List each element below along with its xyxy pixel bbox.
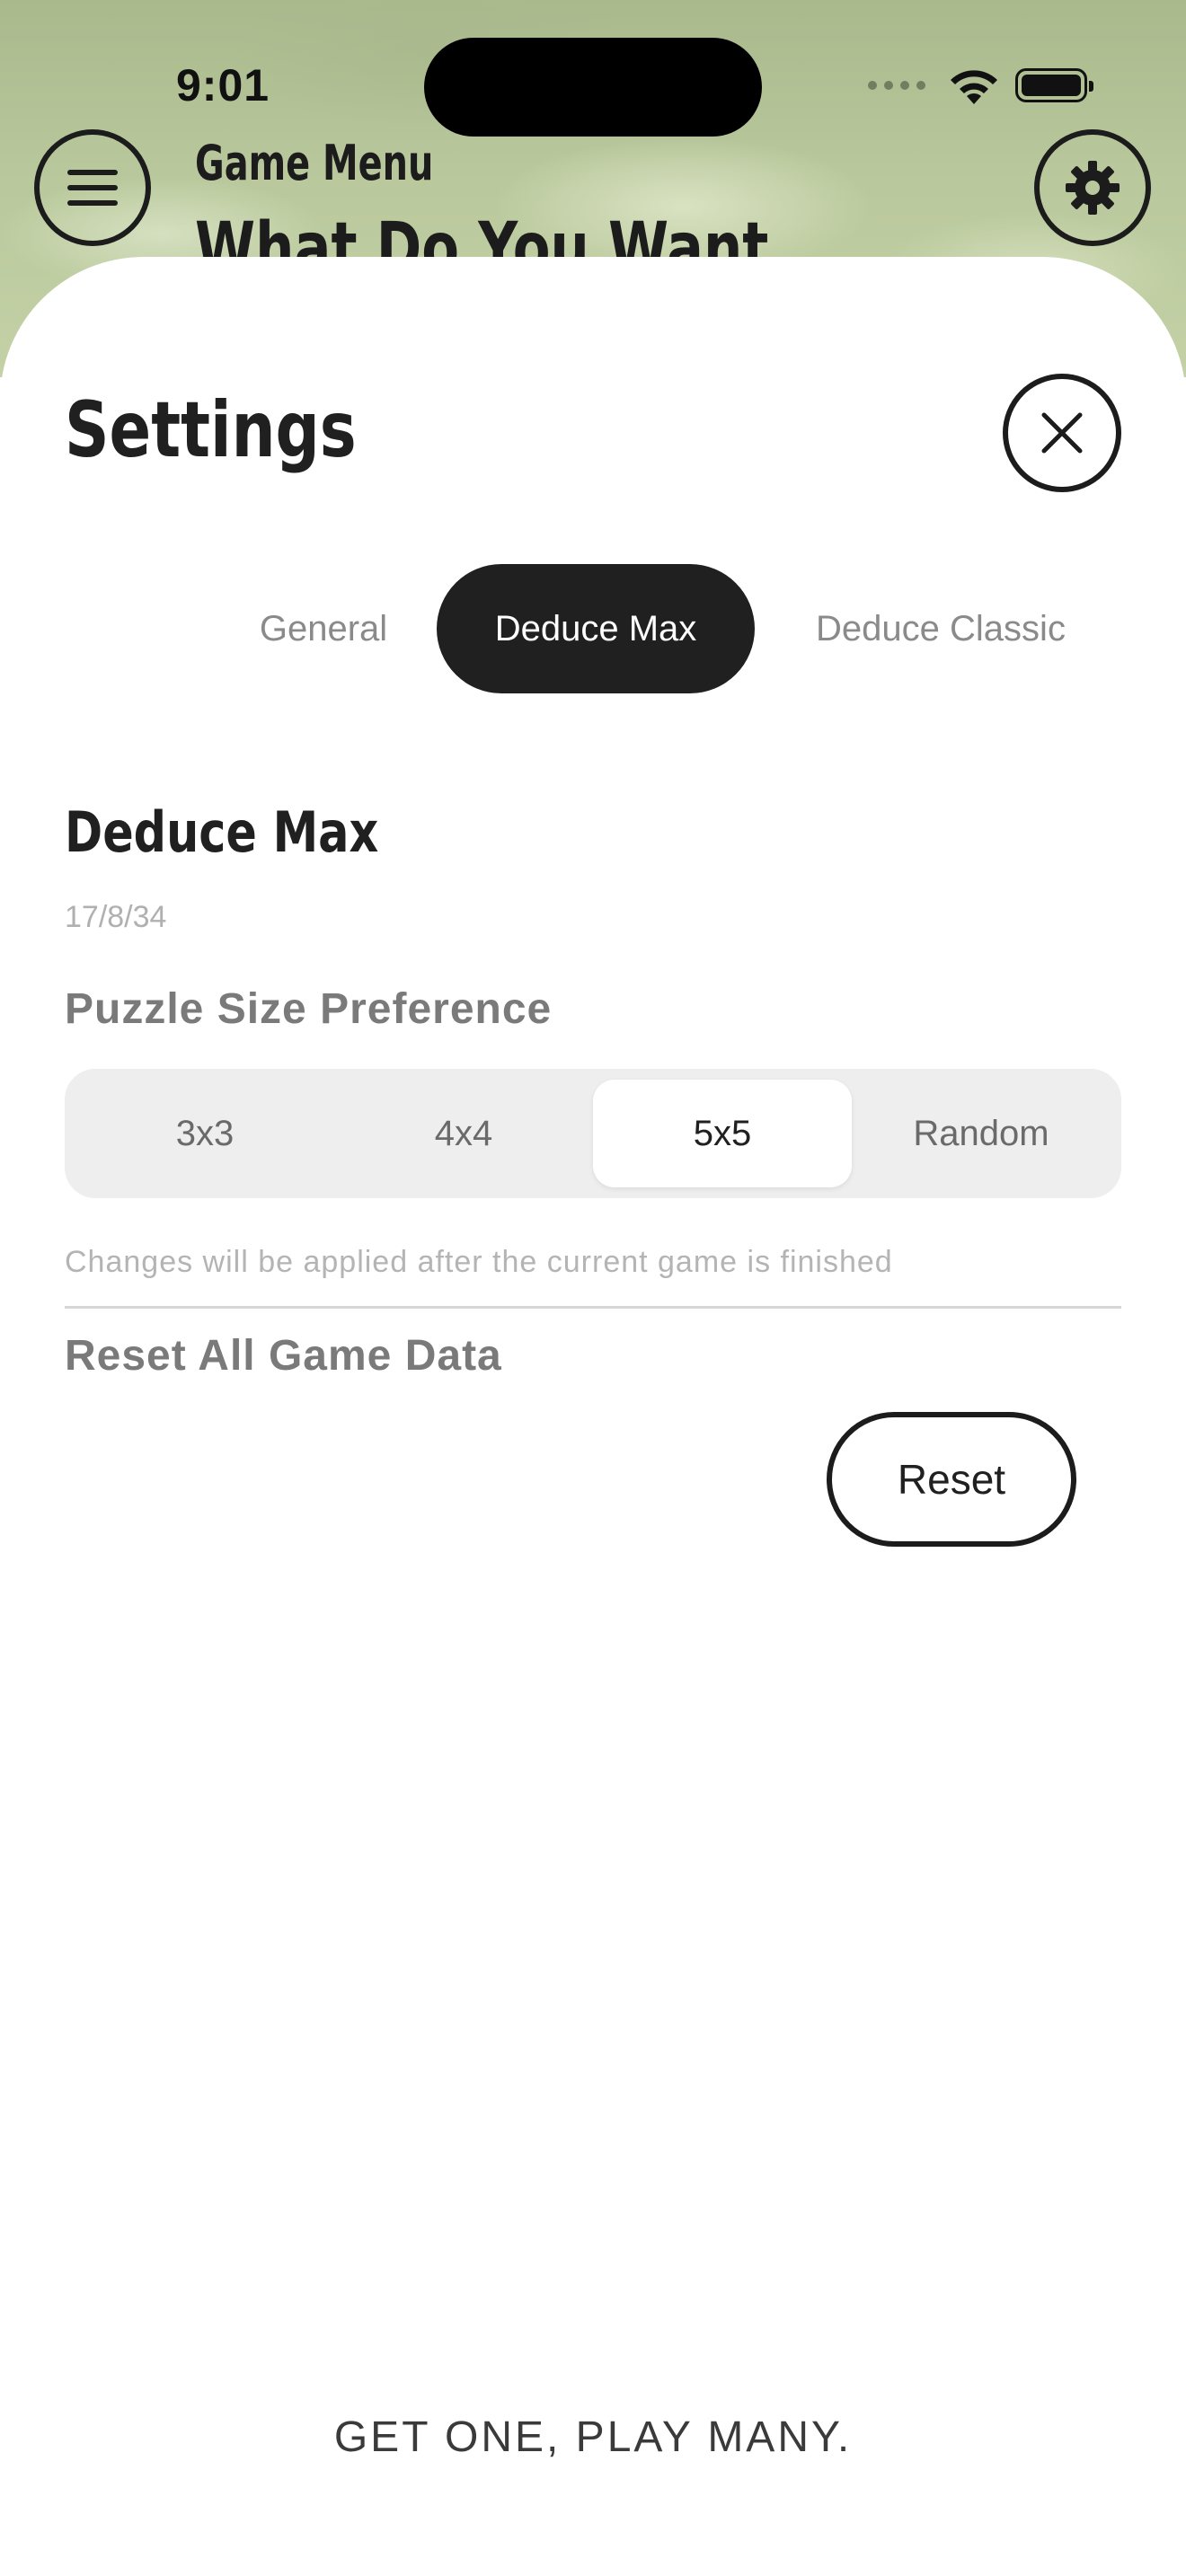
tab-deduce-max[interactable]: Deduce Max: [437, 564, 755, 693]
segment-3x3[interactable]: 3x3: [75, 1080, 334, 1187]
changes-note: Changes will be applied after the curren…: [65, 1245, 893, 1279]
tab-general[interactable]: General: [225, 564, 422, 693]
status-indicators: [868, 63, 1093, 108]
hamburger-menu-button[interactable]: [34, 129, 151, 246]
tab-deduce-classic[interactable]: Deduce Classic: [782, 564, 1100, 693]
status-time: 9:01: [176, 60, 270, 110]
puzzle-size-segmented-control: 3x3 4x4 5x5 Random: [65, 1069, 1121, 1198]
hamburger-menu-icon: [67, 170, 118, 206]
segment-random[interactable]: Random: [852, 1080, 1111, 1187]
section-title: Deduce Max: [65, 799, 379, 865]
puzzle-size-label: Puzzle Size Preference: [65, 985, 553, 1033]
tagline: GET ONE, PLAY MANY.: [333, 2413, 853, 2461]
wifi-icon: [951, 70, 997, 104]
close-button[interactable]: [1003, 374, 1121, 492]
segment-5x5[interactable]: 5x5: [593, 1080, 852, 1187]
settings-button[interactable]: [1034, 129, 1151, 246]
signal-dots-icon: [868, 81, 925, 90]
dynamic-island: [424, 38, 762, 137]
sheet-title: Settings: [65, 385, 357, 475]
divider: [65, 1306, 1121, 1309]
game-menu-title: Game Menu: [195, 135, 434, 191]
gear-icon: [1066, 161, 1120, 215]
battery-icon: [1015, 68, 1093, 102]
reset-button[interactable]: Reset: [827, 1412, 1076, 1547]
settings-tabs: General Deduce Max Deduce Classic: [0, 564, 1186, 693]
version-text: 17/8/34: [65, 900, 167, 934]
settings-sheet: Settings General Deduce Max Deduce Class…: [0, 257, 1186, 2576]
close-icon: [1041, 412, 1083, 454]
segment-4x4[interactable]: 4x4: [334, 1080, 593, 1187]
reset-data-label: Reset All Game Data: [65, 1332, 502, 1380]
